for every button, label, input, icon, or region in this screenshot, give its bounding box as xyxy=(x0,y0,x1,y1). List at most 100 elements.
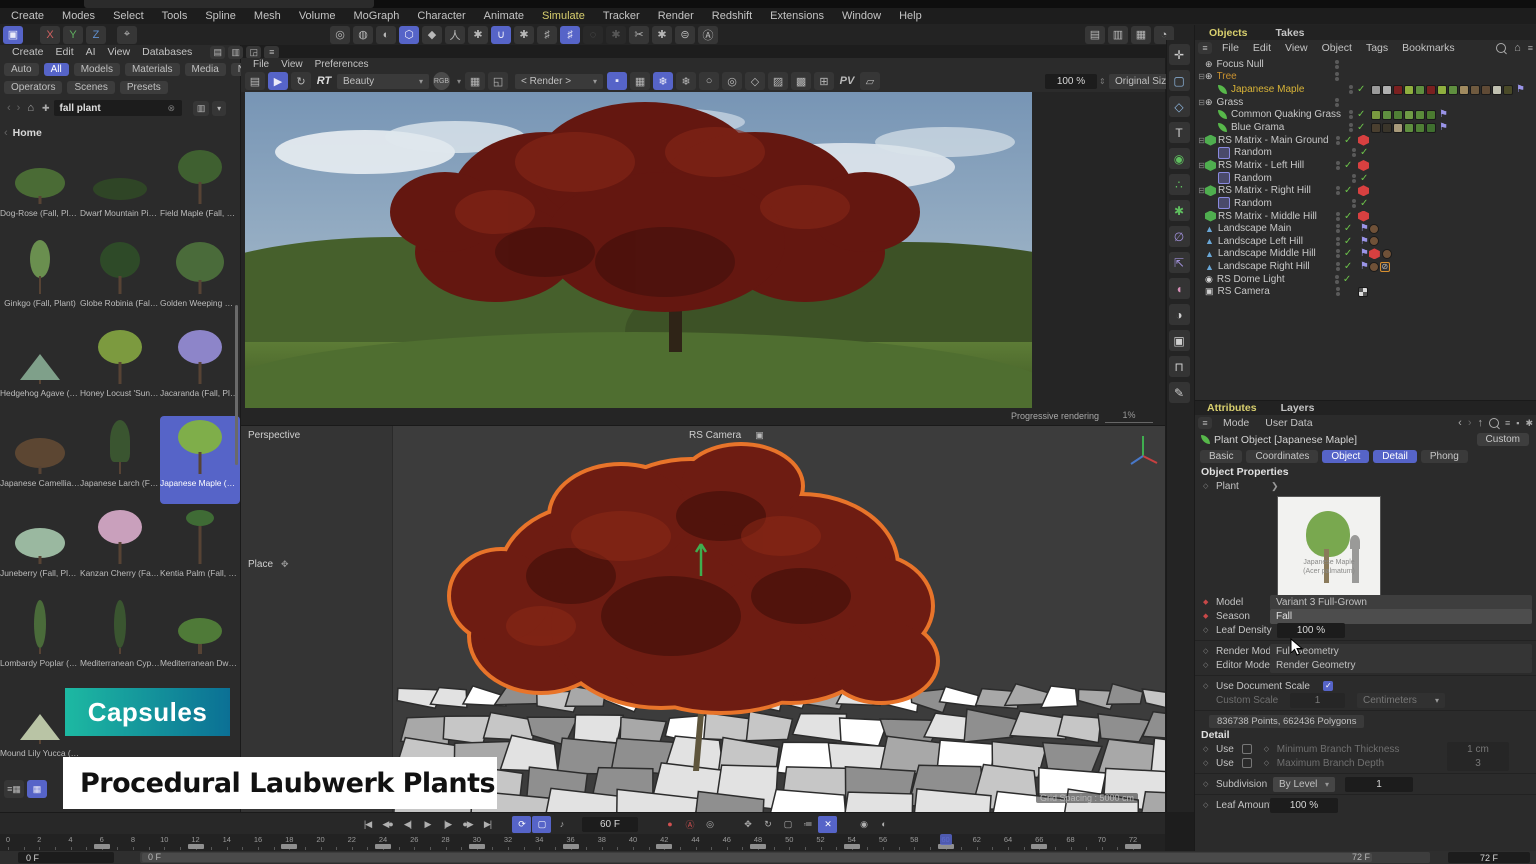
menu-item[interactable]: Extensions xyxy=(761,10,833,22)
menu-item[interactable]: Select xyxy=(104,10,153,22)
attr-filter-icon[interactable]: ≡ xyxy=(1505,418,1510,428)
object-label[interactable]: Japanese Maple xyxy=(1231,84,1349,95)
lock-icon[interactable]: ▪ xyxy=(1516,418,1519,428)
parent-icon[interactable]: ↑ xyxy=(1477,417,1483,429)
menu-item[interactable]: Render xyxy=(649,10,703,22)
manager-menu-item[interactable]: Bookmarks xyxy=(1395,42,1462,54)
browser-dropdown-icon[interactable]: ▾ xyxy=(212,101,226,116)
cloth-icon[interactable]: ◆ xyxy=(422,26,442,44)
custom-scale-unit-dropdown[interactable]: Centimeters▾ xyxy=(1357,693,1445,708)
material-tag[interactable] xyxy=(1470,85,1480,95)
ghost-frames-button[interactable]: ▢ xyxy=(532,816,551,833)
menu-item[interactable]: Simulate xyxy=(533,10,594,22)
goto-start-button[interactable]: |◀ xyxy=(358,816,377,833)
object-label[interactable]: RS Matrix - Middle Hill xyxy=(1218,211,1336,222)
material-tag[interactable] xyxy=(1437,85,1447,95)
material-tag[interactable] xyxy=(1503,85,1513,95)
custom-scale-field[interactable]: 1 xyxy=(1290,693,1345,708)
menu-item[interactable]: Mesh xyxy=(245,10,290,22)
asset-tile[interactable]: Lombardy Poplar (Fall... xyxy=(0,596,80,684)
object-tree-row[interactable]: ⊟RS Matrix - Main Ground✓ xyxy=(1195,134,1536,147)
manager-menu-item[interactable]: File xyxy=(1215,42,1246,54)
material-tag[interactable] xyxy=(1415,123,1425,133)
filter-tab[interactable]: Scenes xyxy=(67,81,114,94)
clear-search-icon[interactable]: ⊗ xyxy=(168,103,176,114)
annotation-tag-icon[interactable]: ⚑ xyxy=(1439,122,1448,133)
render-menu-item[interactable]: Preferences xyxy=(309,59,375,70)
expand-icon[interactable]: ◇ xyxy=(745,72,765,90)
object-label[interactable]: RS Camera xyxy=(1218,286,1336,297)
asset-tile[interactable]: Golden Weeping Willo... xyxy=(160,236,240,324)
object-label[interactable]: RS Dome Light xyxy=(1217,274,1335,285)
autokey-button[interactable]: Ⓐ xyxy=(680,816,699,833)
subdivision-mode-dropdown[interactable]: By Level▾ xyxy=(1273,777,1335,792)
simulate-disc-icon[interactable]: ◎ xyxy=(330,26,350,44)
undo-icon[interactable]: ▣ xyxy=(3,26,23,44)
material-tag[interactable] xyxy=(1382,110,1392,120)
range-slider[interactable]: 0 F 72 F xyxy=(140,852,1430,863)
timeline-ruler[interactable]: 0246810121416182022242628303234363840424… xyxy=(0,834,1165,851)
attr-tab-button[interactable]: Coordinates xyxy=(1246,450,1318,463)
spline-settings-icon[interactable]: ✱ xyxy=(652,26,672,44)
record-keyframe-button[interactable]: ● xyxy=(660,816,679,833)
attr-tab-button[interactable]: Phong xyxy=(1421,450,1468,463)
object-label[interactable]: Blue Grama xyxy=(1231,122,1349,133)
current-frame-field[interactable]: 0 F xyxy=(18,852,114,863)
lock-icon[interactable]: ▪ xyxy=(607,72,627,90)
next-key-button[interactable]: ●▶ xyxy=(458,816,477,833)
object-tree-row[interactable]: ⊟⊕Grass xyxy=(1195,96,1536,109)
copy-icon[interactable]: ▱ xyxy=(860,72,880,90)
asset-tile[interactable]: Kanzan Cherry (Fall, Pl... xyxy=(80,506,160,594)
key-pla-button[interactable]: ✕ xyxy=(818,816,837,833)
channel-grid-icon[interactable]: ▦ xyxy=(465,72,485,90)
visibility-dots[interactable] xyxy=(1335,98,1339,107)
visibility-dots[interactable] xyxy=(1335,72,1339,81)
menu-item[interactable]: Spline xyxy=(196,10,245,22)
leaf-density-field[interactable]: 100 % xyxy=(1277,623,1345,638)
menu-item[interactable]: MoGraph xyxy=(345,10,409,22)
axis-y-button[interactable]: Y xyxy=(63,26,83,44)
subdivision-surface-icon[interactable]: ◉ xyxy=(1169,148,1190,169)
breadcrumb-label[interactable]: Home xyxy=(13,127,42,139)
object-label[interactable]: RS Matrix - Main Ground xyxy=(1218,135,1336,146)
object-tree-row[interactable]: Blue Grama✓⚑ xyxy=(1195,121,1536,134)
rgb-dropdown[interactable]: RGB xyxy=(433,72,450,90)
visibility-dots[interactable] xyxy=(1336,186,1340,195)
expander-icon[interactable]: ⊟ xyxy=(1195,136,1205,145)
redshift-object-tag[interactable] xyxy=(1358,160,1369,171)
filter-tab[interactable]: Operators xyxy=(4,81,62,94)
visibility-dots[interactable] xyxy=(1352,148,1356,157)
asset-tile[interactable]: Dwarf Mountain Pine (... xyxy=(80,146,160,234)
object-tree-row[interactable]: ⊕Focus Null xyxy=(1195,58,1536,71)
asset-menu-item[interactable]: Create xyxy=(6,46,50,58)
season-dropdown[interactable]: Fall xyxy=(1270,609,1532,624)
freeze-b-icon[interactable]: ❄ xyxy=(676,72,696,90)
menu-item[interactable]: Help xyxy=(890,10,931,22)
coordinate-system-icon[interactable]: ⌖ xyxy=(117,26,137,44)
keyframe-selection-button[interactable]: ◎ xyxy=(700,816,719,833)
object-label[interactable]: Common Quaking Grass xyxy=(1231,109,1349,120)
asset-tile[interactable]: Mediterranean Cypres... xyxy=(80,596,160,684)
filter-icon[interactable]: ≡ xyxy=(1528,43,1533,53)
simulation-scene-icon[interactable]: ⬡ xyxy=(399,26,419,44)
loop-mode-button[interactable]: ⟳ xyxy=(512,816,531,833)
visibility-dots[interactable] xyxy=(1336,249,1340,258)
annotation-tag-icon[interactable]: ⚑ xyxy=(1439,109,1448,120)
fg-circle-icon[interactable]: ○ xyxy=(699,72,719,90)
deformer-icon[interactable]: ⇱ xyxy=(1169,252,1190,273)
viewport-label[interactable]: Perspective xyxy=(248,430,300,441)
stage-icon[interactable]: ⊓ xyxy=(1169,356,1190,377)
simulate-half-icon[interactable]: ◐ xyxy=(376,26,396,44)
render-slot-dropdown[interactable]: < Render >▾ xyxy=(515,74,603,89)
focus-icon[interactable]: ◎ xyxy=(722,72,742,90)
breadcrumb-back-icon[interactable]: ‹ xyxy=(4,127,8,139)
plant-preview[interactable]: Japanese Maple (Acer palmatum) xyxy=(1277,496,1381,598)
camera-icon[interactable]: ▣ xyxy=(755,430,764,441)
enable-check[interactable]: ✓ xyxy=(1344,185,1358,196)
camera-icon[interactable]: ▣ xyxy=(1169,330,1190,351)
key-rotation-button[interactable]: ↻ xyxy=(758,816,777,833)
visibility-dots[interactable] xyxy=(1349,85,1353,94)
menu-item[interactable]: Animate xyxy=(475,10,533,22)
enable-check[interactable]: ✓ xyxy=(1357,84,1371,95)
sound-button[interactable]: ♪ xyxy=(552,816,571,833)
